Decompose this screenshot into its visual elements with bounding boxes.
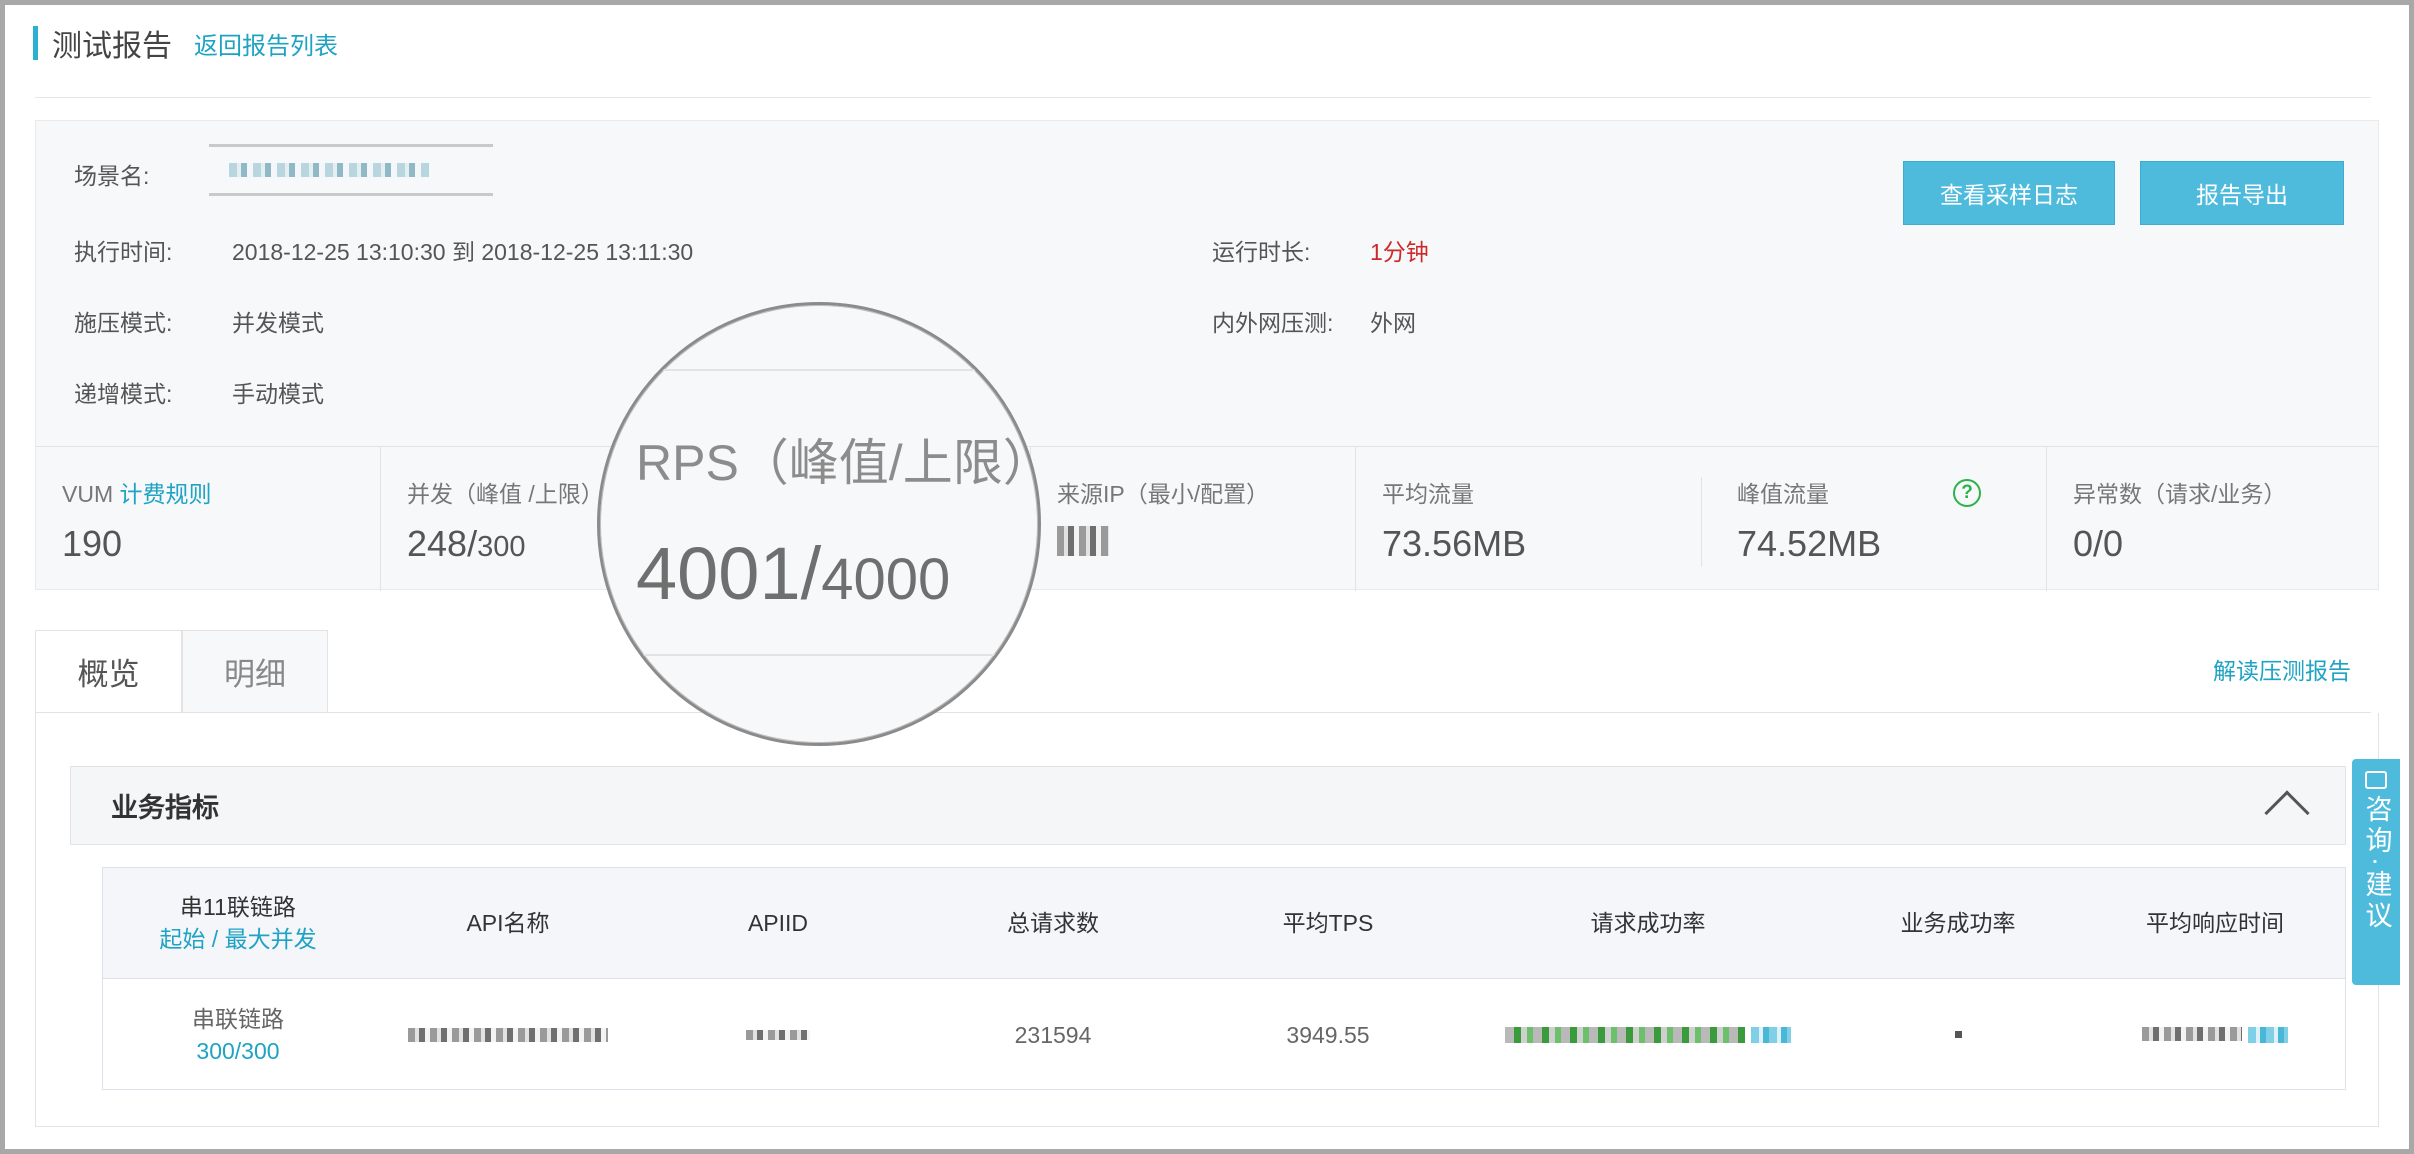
col-total-requests: 总请求数 (1007, 910, 1099, 936)
row-avg-tps: 3949.55 (1286, 1021, 1370, 1048)
metrics-strip: VUM 计费规则 190 并发（峰值 /上限） 248/300 来源IP（最小/… (36, 446, 2378, 591)
row-business-success (1833, 979, 2083, 1090)
rps-label: RPS（峰值/上限） (636, 435, 1041, 491)
col-avg-tps: 平均TPS (1282, 910, 1374, 936)
page-header: 测试报告 返回报告列表 (33, 23, 338, 63)
row-api-id (643, 979, 913, 1090)
pressure-mode-row: 施压模式: 并发模式 (74, 304, 324, 338)
consult-label: 咨询·建议 (2361, 795, 2392, 932)
concurrency-peak: 248/ (407, 523, 478, 564)
consult-suggest-tab[interactable]: 咨询·建议 (2352, 759, 2400, 985)
business-metrics-table: 串11联链路 起始 / 最大并发 API名称 APIID 总请求数 平均TPS … (102, 867, 2346, 1090)
row-api-name (373, 979, 643, 1090)
col-chain: 串11联链路 起始 / 最大并发 (103, 868, 373, 978)
scene-name-redacted (229, 163, 429, 177)
lens-divider-top (600, 369, 1038, 371)
table-header: 串11联链路 起始 / 最大并发 API名称 APIID 总请求数 平均TPS … (103, 868, 2345, 979)
col-chain-sub: 起始 / 最大并发 (159, 926, 317, 952)
interpret-report-link[interactable]: 解读压测报告 (2213, 652, 2351, 686)
export-report-button[interactable]: 报告导出 (2140, 161, 2344, 225)
increment-mode-label: 递增模式: (74, 381, 173, 407)
exec-time-row: 执行时间: 2018-12-25 13:10:30 到 2018-12-25 1… (74, 233, 693, 267)
metric-vum: VUM 计费规则 190 (36, 447, 381, 591)
exceptions-value: 0/0 (2073, 523, 2124, 564)
exceptions-label: 异常数（请求/业务） (2073, 481, 2287, 507)
exec-time-value: 2018-12-25 13:10:30 到 2018-12-25 13:11:3… (232, 239, 694, 265)
business-metrics-header[interactable]: 业务指标 (70, 766, 2346, 845)
metric-exceptions: 异常数（请求/业务） 0/0 (2047, 447, 2378, 591)
help-icon[interactable]: ? (1953, 479, 1981, 507)
page-title: 测试报告 (52, 30, 172, 63)
duration-label: 运行时长: (1212, 239, 1311, 265)
pressure-mode-value: 并发模式 (232, 310, 324, 336)
network-label: 内外网压测: (1212, 310, 1334, 336)
col-api-name: API名称 (466, 910, 550, 936)
source-ip-label: 来源IP（最小/配置） (1057, 481, 1270, 507)
section-title: 业务指标 (111, 793, 219, 823)
row-request-success (1463, 979, 1833, 1090)
increment-mode-value: 手动模式 (232, 381, 324, 407)
col-api-id: APIID (747, 910, 809, 936)
metric-source-ip: 来源IP（最小/配置） (1031, 447, 1356, 591)
report-summary-panel: 场景名: 执行时间: 2018-12-25 13:10:30 到 2018-12… (35, 120, 2379, 591)
report-page: 测试报告 返回报告列表 场景名: 执行时间: 2018-12-25 13:10:… (0, 0, 2414, 1154)
pressure-mode-label: 施压模式: (74, 310, 173, 336)
exec-time-label: 执行时间: (74, 239, 173, 265)
duration-row: 运行时长: 1分钟 (1212, 233, 1429, 267)
scene-name-field (209, 144, 493, 196)
request-success-redacted-2 (1751, 1026, 1791, 1043)
increment-mode-row: 递增模式: 手动模式 (74, 375, 324, 409)
rps-limit: 4000 (821, 547, 951, 612)
title-accent-bar (33, 26, 38, 60)
peak-traffic-value: 74.52MB (1737, 523, 1882, 564)
chat-icon (2365, 771, 2387, 789)
rps-value: 4001/4000 (636, 531, 950, 616)
col-chain-label: 串11联链路 (180, 894, 296, 920)
scene-row: 场景名: (74, 157, 149, 191)
row-chain: 串联链路 300/300 (103, 979, 373, 1090)
rps-peak: 4001/ (636, 532, 822, 615)
chevron-up-icon[interactable] (2264, 790, 2310, 836)
rps-magnifier: RPS（峰值/上限） 4001/4000 (597, 302, 1041, 746)
overview-content: 业务指标 串11联链路 起始 / 最大并发 API名称 APIID 总请求数 平… (35, 713, 2379, 1127)
peak-traffic-label: 峰值流量 (1737, 481, 1829, 507)
tab-overview[interactable]: 概览 (35, 630, 182, 713)
business-success-redacted (1954, 1031, 1962, 1038)
api-id-redacted (746, 1029, 810, 1040)
row-chain-label: 串联链路 (192, 1005, 284, 1032)
view-sample-log-button[interactable]: 查看采样日志 (1903, 161, 2115, 225)
network-value: 外网 (1370, 310, 1416, 336)
col-business-success: 业务成功率 (1900, 910, 2016, 936)
row-avg-response (2083, 979, 2347, 1090)
avg-response-redacted-2 (2248, 1026, 2288, 1043)
col-avg-response: 平均响应时间 (2146, 910, 2284, 936)
source-ip-redacted (1057, 526, 1109, 556)
tab-detail[interactable]: 明细 (182, 630, 328, 713)
col-request-success: 请求成功率 (1590, 910, 1706, 936)
scene-label: 场景名: (74, 163, 150, 189)
duration-value: 1分钟 (1370, 239, 1429, 265)
lens-divider-bottom (600, 654, 1038, 656)
concurrency-limit: 300 (477, 531, 526, 563)
vum-label: VUM (62, 481, 114, 507)
header-divider (35, 97, 2371, 98)
metric-peak-traffic: 峰值流量 74.52MB (1701, 447, 1881, 591)
traffic-divider (1701, 477, 1702, 567)
back-to-report-list-link[interactable]: 返回报告列表 (194, 26, 338, 61)
row-chain-concurrency: 300/300 (196, 1037, 280, 1064)
row-total-requests: 231594 (1014, 1021, 1092, 1048)
network-row: 内外网压测: 外网 (1212, 304, 1416, 338)
avg-response-redacted (2142, 1026, 2242, 1041)
api-name-redacted (408, 1027, 608, 1042)
table-row: 串联链路 300/300 231594 3949.55 (103, 979, 2345, 1090)
metric-traffic: 平均流量 73.56MB 峰值流量 74.52MB ? (1356, 447, 2047, 591)
billing-rules-link[interactable]: 计费规则 (120, 481, 212, 507)
report-tabs: 概览 明细 (35, 630, 328, 713)
vum-value: 190 (62, 523, 123, 564)
request-success-redacted (1505, 1026, 1745, 1043)
